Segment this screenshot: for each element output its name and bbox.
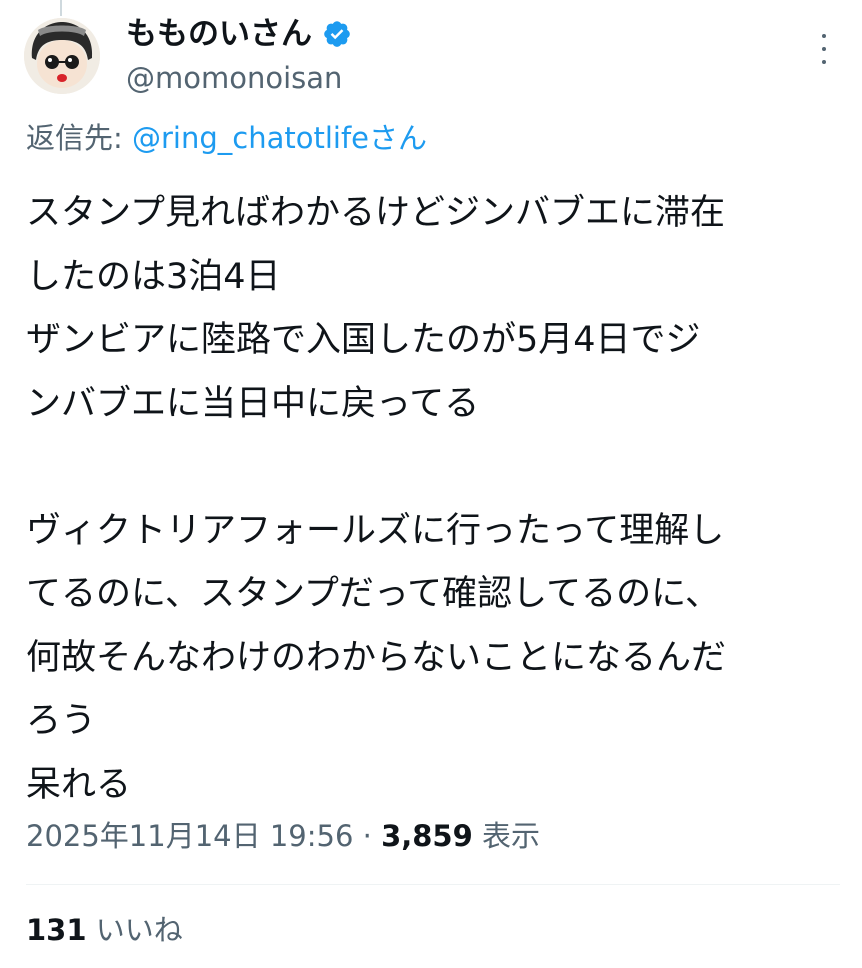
timestamp-link[interactable]: 2025年11月14日 19:56 (26, 819, 353, 853)
divider (26, 884, 840, 885)
views-label: 表示 (472, 819, 541, 853)
reply-to-mention-link[interactable]: @ring_chatotlifeさん (132, 121, 427, 155)
thread-connector-line (60, 0, 62, 16)
tweet-text-line: したのは3泊4日 (26, 256, 281, 297)
views-count: 3,859 (381, 819, 473, 853)
tweet-text-line: ヴィクトリアフォールズに行ったって理解し (26, 510, 725, 551)
likes-label: いいね (86, 913, 183, 947)
more-options-button[interactable] (812, 34, 836, 64)
likes-count: 131 (26, 913, 87, 947)
reply-to-line: 返信先: @ring_chatotlifeさん (26, 118, 427, 158)
more-dot-icon (822, 34, 826, 38)
display-name[interactable]: もものいさん (126, 14, 312, 54)
tweet-meta: 2025年11月14日 19:56 · 3,859 表示 (26, 816, 540, 856)
author-name-row[interactable]: もものいさん (126, 14, 352, 54)
more-dot-icon (822, 47, 826, 51)
reply-to-prefix: 返信先: (26, 121, 132, 155)
meta-separator: · (353, 819, 382, 853)
tweet-text-line: てるのに、スタンプだって確認してるのに、 (26, 574, 721, 614)
tweet-text-line: ザンビアに陸路で入国したのが5月4日でジ (26, 320, 701, 360)
avatar[interactable] (24, 18, 100, 94)
tweet-text-line: ンバブエに当日中に戻ってる (26, 383, 480, 424)
more-dot-icon (822, 60, 826, 64)
tweet-text-line: 何故そんなわけのわからないことになるんだ (26, 637, 727, 678)
tweet-text-line: 呆れる (26, 764, 132, 805)
tweet-text: スタンプ見ればわかるけどジンバブエに滞在 したのは3泊4日 ザンビアに陸路で入国… (26, 182, 846, 817)
verified-badge-icon (322, 19, 352, 49)
author-handle[interactable]: @momonoisan (126, 60, 342, 96)
cartoon-face-avatar-icon (24, 18, 100, 94)
tweet-text-line: スタンプ見ればわかるけどジンバブエに滞在 (26, 193, 725, 233)
likes-link[interactable]: 131 いいね (26, 910, 183, 950)
tweet-text-line: ろう (26, 701, 97, 741)
